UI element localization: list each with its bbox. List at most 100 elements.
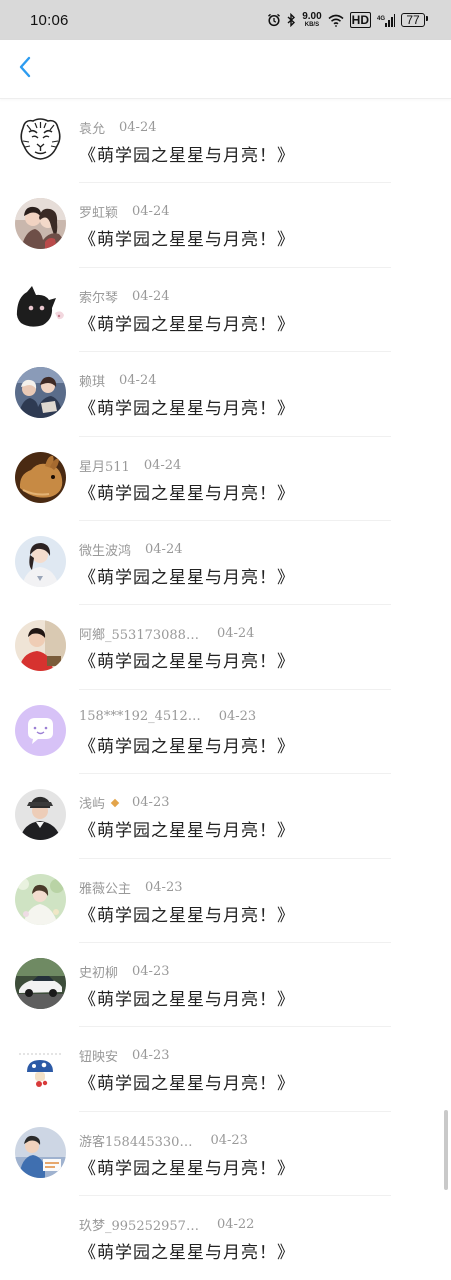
list-item[interactable]: 赖琪 04-24 《萌学园之星星与月亮！》 <box>0 352 451 437</box>
message-date: 04-24 <box>132 204 170 220</box>
diamond-badge-icon <box>110 798 120 807</box>
sender-name[interactable]: 星月511 <box>79 456 130 475</box>
list-item[interactable]: 阿鄉_553173088… 04-24 《萌学园之星星与月亮！》 <box>0 605 451 690</box>
default-chat-avatar[interactable] <box>15 704 66 756</box>
message-text: 《萌学园之星星与月亮！》 <box>79 399 295 420</box>
message-meta: 游客158445330… 04-23 <box>79 1131 248 1150</box>
list-item[interactable]: 史初柳 04-23 《萌学园之星星与月亮！》 <box>0 943 451 1028</box>
message-text: 《萌学园之星星与月亮！》 <box>79 146 295 166</box>
message-meta: 雅薇公主 04-23 <box>79 878 183 897</box>
message-meta: 阿鄉_553173088… 04-24 <box>79 624 254 643</box>
list-item[interactable]: 微生波鸿 04-24 《萌学园之星星与月亮！》 <box>0 521 451 606</box>
list-item[interactable]: 袁允 04-24 《萌学园之星星与月亮！》 <box>0 99 451 184</box>
wifi-icon <box>328 13 344 27</box>
message-date: 04-24 <box>119 373 157 389</box>
message-text: 《萌学园之星星与月亮！》 <box>79 905 295 926</box>
message-meta: 钮映安 04-23 <box>79 1046 170 1065</box>
man-photo-avatar[interactable] <box>15 789 66 841</box>
message-text: 《萌学园之星星与月亮！》 <box>79 1243 295 1264</box>
message-text: 《萌学园之星星与月亮！》 <box>79 736 295 757</box>
list-item[interactable]: 雅薇公主 04-23 《萌学园之星星与月亮！》 <box>0 859 451 943</box>
message-text: 《萌学园之星星与月亮！》 <box>79 821 295 842</box>
status-bar: 10:06 9.00 KB/S HD 4G 77 <box>0 0 451 40</box>
message-meta: 袁允 04-24 <box>79 118 157 137</box>
message-meta: 158***192_4512… 04-23 <box>79 709 256 724</box>
sender-name[interactable]: 罗虹颖 <box>79 202 118 221</box>
sender-name[interactable]: 袁允 <box>79 118 105 137</box>
message-meta: 玖梦_995252957… 04-22 <box>79 1215 254 1234</box>
list-item[interactable]: 玖梦_995252957… 04-22 《萌学园之星星与月亮！》 <box>0 1196 451 1280</box>
sender-name[interactable]: 微生波鸿 <box>79 540 131 559</box>
list-item[interactable]: 星月511 04-24 《萌学园之星星与月亮！》 <box>0 437 451 521</box>
child-photo-avatar[interactable] <box>15 620 66 672</box>
group-photo-avatar[interactable] <box>15 367 66 419</box>
list-item[interactable]: 钮映安 04-23 《萌学园之星星与月亮！》 <box>0 1027 451 1112</box>
sender-name[interactable]: 玖梦_995252957… <box>79 1215 199 1234</box>
bluetooth-icon <box>287 13 296 27</box>
message-date: 04-23 <box>145 879 183 895</box>
sender-name[interactable]: 阿鄉_553173088… <box>79 624 199 643</box>
network-speed: 9.00 KB/S <box>302 11 322 29</box>
back-button[interactable] <box>10 54 40 84</box>
message-date: 04-23 <box>132 1048 170 1064</box>
cat-avatar[interactable] <box>15 282 66 334</box>
message-text: 《萌学园之星星与月亮！》 <box>79 1074 295 1095</box>
message-text: 《萌学园之星星与月亮！》 <box>79 652 295 673</box>
list-item[interactable]: 罗虹颖 04-24 《萌学园之星星与月亮！》 <box>0 183 451 268</box>
message-date: 04-23 <box>218 708 257 724</box>
message-date: 04-24 <box>145 541 183 557</box>
list-item[interactable]: 浅屿 04-23 《萌学园之星星与月亮！》 <box>0 774 451 859</box>
message-meta: 浅屿 04-23 <box>79 793 170 812</box>
message-date: 04-24 <box>143 457 182 473</box>
sports-car-avatar[interactable] <box>15 957 66 1009</box>
message-date: 04-23 <box>132 963 170 979</box>
message-text: 《萌学园之星星与月亮！》 <box>79 1158 295 1179</box>
rabbit-avatar[interactable] <box>15 451 66 503</box>
tiger-sketch-avatar[interactable] <box>15 114 66 165</box>
sender-name[interactable]: 雅薇公主 <box>79 878 131 897</box>
message-meta: 赖琪 04-24 <box>79 371 157 390</box>
blank-avatar[interactable] <box>15 1211 66 1262</box>
message-date: 04-24 <box>119 120 157 135</box>
message-meta: 星月511 04-24 <box>79 456 181 475</box>
message-meta: 史初柳 04-23 <box>79 962 170 981</box>
message-date: 04-24 <box>216 626 255 642</box>
battery-icon: 77 <box>401 13 428 27</box>
scrollbar[interactable] <box>444 1110 448 1190</box>
signal-icon: 4G <box>377 13 395 27</box>
list-item[interactable]: 158***192_4512… 04-23 《萌学园之星星与月亮！》 <box>0 690 451 775</box>
message-text: 《萌学园之星星与月亮！》 <box>79 989 295 1010</box>
svg-text:4G: 4G <box>377 16 385 22</box>
sender-name[interactable]: 赖琪 <box>79 371 105 390</box>
message-date: 04-23 <box>210 1132 248 1148</box>
sender-name[interactable]: 浅屿 <box>79 793 105 812</box>
sender-name[interactable]: 钮映安 <box>79 1046 118 1065</box>
nav-bar <box>0 40 451 99</box>
message-list: 袁允 04-24 《萌学园之星星与月亮！》 罗虹颖 04-24 《萌学园之星星与… <box>0 99 451 1280</box>
hd-icon: HD <box>349 12 371 28</box>
message-date: 04-22 <box>216 1217 255 1233</box>
sender-name[interactable]: 史初柳 <box>79 962 118 981</box>
message-text: 《萌学园之星星与月亮！》 <box>79 314 295 335</box>
kid-drawing-avatar[interactable] <box>15 1126 66 1178</box>
message-meta: 索尔琴 04-24 <box>79 287 170 306</box>
message-text: 《萌学园之星星与月亮！》 <box>79 483 295 504</box>
flower-girl-avatar[interactable] <box>15 873 66 925</box>
girl-photo-avatar[interactable] <box>15 535 66 587</box>
message-meta: 微生波鸿 04-24 <box>79 540 183 559</box>
message-date: 04-23 <box>132 795 170 811</box>
message-meta: 罗虹颖 04-24 <box>79 202 170 221</box>
message-text: 《萌学园之星星与月亮！》 <box>79 230 295 251</box>
chevron-left-icon <box>18 55 32 83</box>
couple-photo-avatar[interactable] <box>15 198 66 250</box>
list-item[interactable]: 游客158445330… 04-23 《萌学园之星星与月亮！》 <box>0 1112 451 1197</box>
sender-name[interactable]: 索尔琴 <box>79 287 118 306</box>
message-date: 04-24 <box>132 288 170 304</box>
status-icons: 9.00 KB/S HD 4G 77 <box>267 11 428 29</box>
list-item[interactable]: 索尔琴 04-24 《萌学园之星星与月亮！》 <box>0 268 451 353</box>
status-time: 10:06 <box>30 11 69 29</box>
cartoon-mushroom-avatar[interactable] <box>15 1042 66 1094</box>
sender-name[interactable]: 游客158445330… <box>79 1131 192 1150</box>
sender-name[interactable]: 158***192_4512… <box>79 709 201 724</box>
message-text: 《萌学园之星星与月亮！》 <box>79 567 295 588</box>
